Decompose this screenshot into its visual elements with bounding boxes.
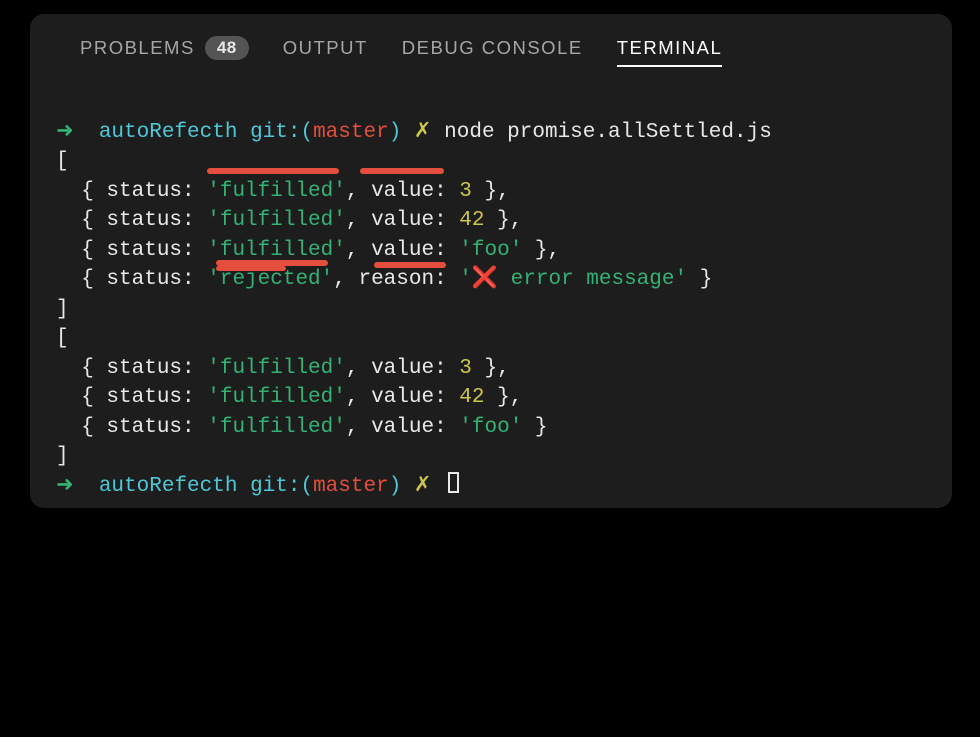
row-value: 3 <box>459 357 472 380</box>
prompt-branch: master <box>313 121 389 144</box>
prompt-dirty-icon: ✗ <box>414 121 432 144</box>
row-status: 'fulfilled' <box>207 357 346 380</box>
tab-terminal[interactable]: TERMINAL <box>617 37 723 59</box>
tab-debug-console[interactable]: DEBUG CONSOLE <box>402 37 583 59</box>
annotation-underline <box>216 266 286 271</box>
row-pre: { status: <box>56 386 207 409</box>
row-status: 'fulfilled' <box>207 180 346 203</box>
bracket-open: [ <box>56 327 69 350</box>
row-status: 'fulfilled' <box>207 239 346 262</box>
row-value: 'foo' <box>459 416 522 439</box>
row-value: 42 <box>459 386 484 409</box>
terminal-output[interactable]: ➜ autoRefecth git:(master) ✗ node promis… <box>56 88 926 737</box>
row-val-q1: ' <box>459 268 472 291</box>
tab-debug-label: DEBUG CONSOLE <box>402 37 583 59</box>
row-post: } <box>522 416 547 439</box>
prompt-folder: autoRefecth <box>99 121 238 144</box>
prompt-dirty-icon: ✗ <box>414 475 432 498</box>
row-pre: { status: <box>56 416 207 439</box>
annotation-underline <box>360 168 444 174</box>
row-mid: , value: <box>346 416 459 439</box>
row-status: 'fulfilled' <box>207 386 346 409</box>
bracket-close: ] <box>56 445 69 468</box>
row-post: }, <box>485 209 523 232</box>
prompt-folder: autoRefecth <box>99 475 238 498</box>
row-mid: , value: <box>346 209 459 232</box>
bracket-open: [ <box>56 150 69 173</box>
tab-output[interactable]: OUTPUT <box>283 37 368 59</box>
row-status: 'fulfilled' <box>207 416 346 439</box>
row-post: } <box>687 268 712 291</box>
row-pre: { status: <box>56 357 207 380</box>
row-post: }, <box>472 180 510 203</box>
prompt-branch: master <box>313 475 389 498</box>
tab-output-label: OUTPUT <box>283 37 368 59</box>
annotation-underline <box>207 168 339 174</box>
row-value: 'foo' <box>459 239 522 262</box>
row-value: 3 <box>459 180 472 203</box>
tab-terminal-label: TERMINAL <box>617 37 723 59</box>
row-mid: , reason: <box>333 268 459 291</box>
prompt-arrow-icon: ➜ <box>56 121 74 144</box>
row-mid: , value: <box>346 239 459 262</box>
row-pre: { status: <box>56 209 207 232</box>
row-post: }, <box>522 239 560 262</box>
prompt-git-label: git:( <box>250 121 313 144</box>
row-status: 'fulfilled' <box>207 209 346 232</box>
row-post: }, <box>485 386 523 409</box>
problems-badge: 48 <box>205 36 249 60</box>
row-pre: { status: <box>56 180 207 203</box>
row-pre: { status: <box>56 239 207 262</box>
row-mid: , value: <box>346 180 459 203</box>
tab-problems-label: PROBLEMS <box>80 37 195 59</box>
prompt-git-close: ) <box>389 121 402 144</box>
bracket-close: ] <box>56 298 69 321</box>
row-val-txt: error message' <box>498 268 687 291</box>
tab-problems[interactable]: PROBLEMS 48 <box>80 36 249 60</box>
prompt-git-close: ) <box>389 475 402 498</box>
panel-tabs: PROBLEMS 48 OUTPUT DEBUG CONSOLE TERMINA… <box>56 32 926 74</box>
row-status: 'rejected' <box>207 268 333 291</box>
terminal-panel: PROBLEMS 48 OUTPUT DEBUG CONSOLE TERMINA… <box>30 14 952 508</box>
terminal-cursor <box>448 472 459 493</box>
row-value: 42 <box>459 209 484 232</box>
prompt-command: node promise.allSettled.js <box>444 121 772 144</box>
row-post: }, <box>472 357 510 380</box>
annotation-underline <box>374 262 446 268</box>
row-pre: { status: <box>56 268 207 291</box>
row-mid: , value: <box>346 386 459 409</box>
cross-mark-icon: ❌ <box>472 268 498 291</box>
prompt-git-label: git:( <box>250 475 313 498</box>
row-mid: , value: <box>346 357 459 380</box>
prompt-arrow-icon: ➜ <box>56 475 74 498</box>
